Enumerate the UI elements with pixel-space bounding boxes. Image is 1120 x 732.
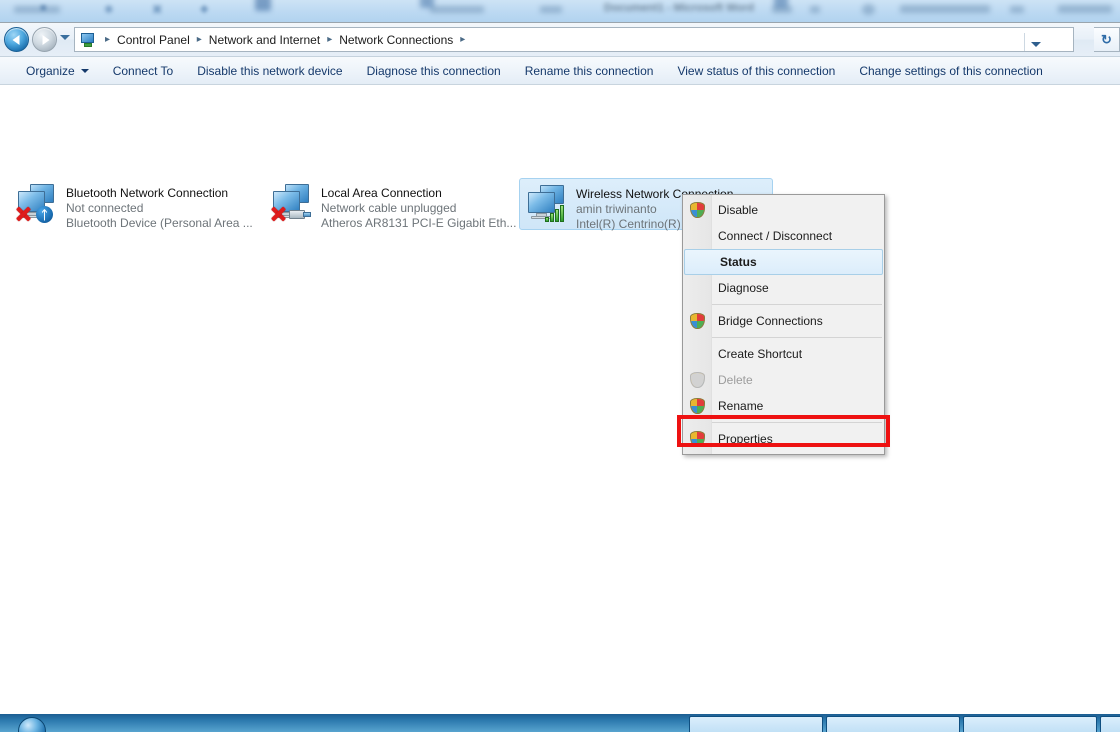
menu-item-rename[interactable]: Rename — [683, 393, 884, 419]
blurred-ui-element — [14, 6, 60, 13]
menu-separator — [712, 304, 882, 305]
command-toolbar: Organize Connect To Disable this network… — [0, 57, 1120, 85]
start-button[interactable] — [18, 717, 46, 732]
connection-status: Network cable unplugged — [321, 201, 457, 215]
menu-separator — [712, 337, 882, 338]
shield-icon-disabled — [683, 372, 711, 388]
background-window-title: Document1 - Microsoft Word — [604, 2, 755, 14]
blurred-ui-element — [862, 4, 875, 15]
blurred-icon — [255, 0, 271, 11]
menu-item-label: Create Shortcut — [718, 347, 803, 361]
blurred-ui-element — [540, 6, 562, 13]
blurred-ui-element — [430, 6, 484, 13]
menu-item-label: Status — [720, 255, 757, 269]
refresh-icon: ↻ — [1101, 31, 1112, 47]
toolbar-organize-label: Organize — [26, 63, 75, 78]
blurred-ui-element — [900, 5, 990, 13]
blurred-icon: ▣ — [152, 3, 163, 15]
blurred-ui-element — [1058, 5, 1112, 13]
breadcrumb-control-panel[interactable]: Control Panel — [114, 32, 193, 48]
taskbar-task-3[interactable] — [963, 716, 1097, 732]
disconnected-x-icon — [14, 204, 32, 222]
shield-icon — [683, 398, 711, 414]
blurred-ui-element — [1010, 6, 1024, 13]
network-adapter-icon — [269, 182, 317, 226]
address-dropdown-button[interactable] — [1024, 33, 1047, 51]
menu-item-label: Delete — [718, 373, 753, 387]
blurred-icon — [420, 0, 434, 8]
wifi-signal-icon — [545, 204, 567, 222]
breadcrumb-separator-0: ▸ — [105, 34, 111, 45]
taskbar-task-1[interactable] — [689, 716, 823, 732]
bluetooth-icon: ᛏ — [36, 206, 53, 223]
toolbar-rename[interactable]: Rename this connection — [513, 60, 666, 82]
connection-status: Not connected — [66, 201, 144, 215]
back-button[interactable] — [4, 27, 29, 52]
toolbar-diagnose[interactable]: Diagnose this connection — [355, 60, 513, 82]
breadcrumb-separator-1: ▸ — [196, 34, 202, 45]
refresh-button[interactable]: ↻ — [1094, 27, 1120, 52]
disconnected-x-icon — [269, 204, 287, 222]
menu-item-label: Connect / Disconnect — [718, 229, 833, 243]
menu-item-connect-disconnect[interactable]: Connect / Disconnect — [683, 223, 884, 249]
chevron-down-icon — [1031, 42, 1041, 47]
network-adapter-icon — [524, 183, 572, 227]
blurred-icon: ◆ — [200, 3, 209, 15]
toolbar-view-status[interactable]: View status of this connection — [665, 60, 847, 82]
taskbar-task-4[interactable] — [1100, 716, 1120, 732]
blurred-icon: ■ — [40, 2, 47, 14]
connection-item-bluetooth[interactable]: ᛏ Bluetooth Network Connection Not conne… — [10, 178, 264, 230]
background-window-strip: Document1 - Microsoft Word ■ ◉ ▣ ◆ — [0, 0, 1120, 22]
chevron-down-icon — [80, 68, 89, 73]
menu-item-label: Diagnose — [718, 281, 769, 295]
shield-icon — [683, 313, 711, 329]
toolbar-change-settings[interactable]: Change settings of this connection — [847, 60, 1054, 82]
menu-item-delete: Delete — [683, 367, 884, 393]
connection-name: Local Area Connection — [321, 186, 442, 200]
breadcrumb-separator-3: ▸ — [460, 34, 466, 45]
menu-item-label: Rename — [718, 399, 764, 413]
menu-item-disable[interactable]: Disable — [683, 197, 884, 223]
menu-separator — [712, 422, 882, 423]
toolbar-connect-to[interactable]: Connect To — [101, 60, 186, 82]
shield-icon — [683, 431, 711, 447]
connection-name: Bluetooth Network Connection — [66, 186, 229, 200]
connections-list: ᛏ Bluetooth Network Connection Not conne… — [0, 85, 1120, 716]
blurred-icon — [774, 0, 788, 8]
connection-item-local-area[interactable]: Local Area Connection Network cable unpl… — [265, 178, 519, 230]
navigation-bar: ▸ Control Panel ▸ Network and Internet ▸… — [0, 23, 1120, 57]
taskbar — [0, 714, 1120, 732]
address-bar[interactable]: ▸ Control Panel ▸ Network and Internet ▸… — [74, 27, 1074, 52]
menu-item-create-shortcut[interactable]: Create Shortcut — [683, 341, 884, 367]
menu-item-status[interactable]: Status — [684, 249, 883, 275]
toolbar-disable-device[interactable]: Disable this network device — [185, 60, 354, 82]
taskbar-task-2[interactable] — [826, 716, 960, 732]
connection-device: Atheros AR8131 PCI-E Gigabit Eth... — [321, 216, 517, 230]
breadcrumb-network-connections[interactable]: Network Connections — [336, 32, 456, 48]
blurred-ui-element — [810, 6, 820, 13]
breadcrumb-separator-2: ▸ — [327, 34, 333, 45]
breadcrumb-network-and-internet[interactable]: Network and Internet — [206, 32, 323, 48]
menu-item-label: Disable — [718, 203, 759, 217]
history-dropdown-icon[interactable] — [60, 35, 70, 40]
network-computer-icon — [80, 32, 96, 48]
ethernet-plug-icon — [289, 207, 311, 221]
forward-button[interactable] — [32, 27, 57, 52]
menu-item-diagnose[interactable]: Diagnose — [683, 275, 884, 301]
menu-item-label: Bridge Connections — [718, 314, 823, 328]
context-menu: Disable Connect / Disconnect Status Diag… — [682, 194, 885, 455]
toolbar-organize[interactable]: Organize — [14, 60, 101, 82]
network-connections-window: ▸ Control Panel ▸ Network and Internet ▸… — [0, 22, 1120, 716]
back-arrow-icon — [12, 34, 19, 45]
menu-item-label: Properties — [718, 432, 773, 446]
menu-item-bridge-connections[interactable]: Bridge Connections — [683, 308, 884, 334]
shield-icon — [683, 202, 711, 218]
network-adapter-icon: ᛏ — [14, 182, 62, 226]
menu-item-properties[interactable]: Properties — [683, 426, 884, 452]
connection-device: Bluetooth Device (Personal Area ... — [66, 216, 253, 230]
blurred-icon: ◉ — [104, 3, 114, 15]
forward-arrow-icon — [42, 34, 49, 45]
